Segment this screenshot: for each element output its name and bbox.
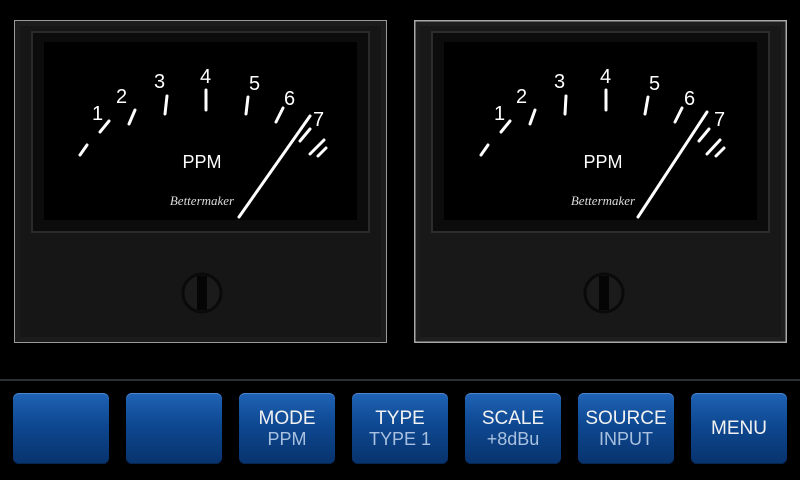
mode-button[interactable]: MODE PPM: [239, 393, 335, 464]
scale-label: 4: [600, 66, 611, 88]
vu-meter-left: 1 2 3 4 5 6 7 PPM Bettermaker: [14, 20, 387, 343]
scale-label: 7: [714, 109, 725, 131]
scale-value: +8dBu: [486, 429, 540, 449]
unit-label: PPM: [182, 152, 221, 172]
scale-label: 3: [554, 71, 565, 93]
type-value: TYPE 1: [368, 429, 432, 449]
type-button[interactable]: TYPE TYPE 1: [352, 393, 448, 464]
brand-logo: Bettermaker: [571, 193, 636, 208]
scale-label: 1: [494, 103, 505, 125]
scale-button[interactable]: SCALE +8dBu: [465, 393, 561, 464]
toolbar-divider: [0, 379, 800, 381]
scale-label: 7: [313, 109, 324, 131]
source-label: SOURCE: [585, 408, 667, 429]
menu-label: MENU: [711, 417, 767, 439]
scale-label: 5: [649, 73, 660, 95]
blank-button-2[interactable]: [126, 393, 222, 464]
unit-label: PPM: [583, 152, 622, 172]
type-label: TYPE: [375, 408, 425, 429]
scale-label: 6: [684, 88, 695, 110]
scale-label: 2: [116, 86, 127, 108]
scale-label: 1: [92, 103, 103, 125]
scale-label: SCALE: [481, 408, 545, 429]
mode-value: PPM: [267, 429, 307, 449]
scale-label: 3: [154, 71, 165, 93]
mode-label: MODE: [258, 408, 316, 429]
scale-label: 5: [249, 73, 260, 95]
zero-adjust-screw-icon: [197, 276, 207, 310]
source-value: INPUT: [599, 429, 653, 449]
menu-button[interactable]: MENU: [691, 393, 787, 464]
zero-adjust-screw-icon: [599, 276, 609, 310]
scale-label: 4: [200, 66, 211, 88]
brand-logo: Bettermaker: [170, 193, 235, 208]
scale-label: 6: [284, 88, 295, 110]
blank-button-1[interactable]: [13, 393, 109, 464]
source-button[interactable]: SOURCE INPUT: [578, 393, 674, 464]
vu-meter-right: 1 2 3 4 5 6 7 PPM Bettermaker: [414, 20, 787, 343]
scale-label: 2: [516, 86, 527, 108]
